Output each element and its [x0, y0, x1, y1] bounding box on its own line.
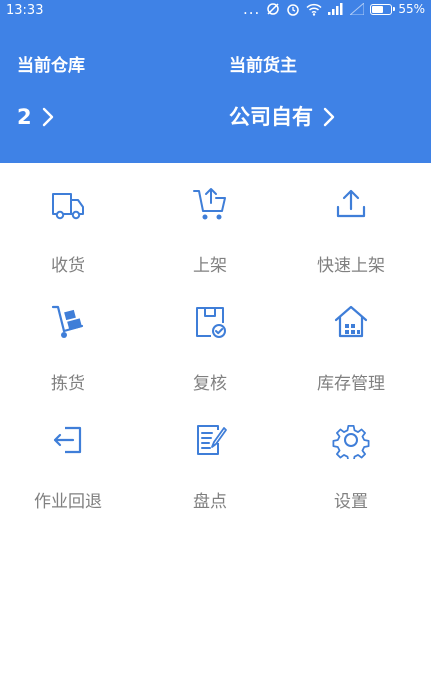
status-time: 13:33 — [6, 3, 44, 18]
menu-item-receive[interactable]: 收货 — [0, 185, 138, 295]
menu-item-review[interactable]: 复核 — [140, 303, 280, 413]
cart-upload-icon — [193, 188, 226, 220]
menu-item-shelve[interactable]: 上架 — [140, 185, 280, 295]
signal-empty-icon — [350, 3, 365, 15]
logout-arrow-icon — [53, 426, 82, 454]
box-check-icon — [196, 307, 226, 338]
alarm-icon — [287, 4, 300, 16]
checklist-icon — [197, 425, 227, 455]
sync-off-icon — [267, 3, 280, 15]
hand-truck-icon — [51, 305, 84, 338]
menu-label: 盘点 — [193, 492, 227, 512]
app-header: 13:33 ... 55% 当前仓库 2 当前货主 公司自有 — [0, 0, 431, 163]
warehouse-selector[interactable]: 2 — [17, 103, 54, 131]
warehouse-label: 当前仓库 — [17, 56, 85, 76]
menu-label: 设置 — [334, 492, 368, 512]
upload-icon — [336, 189, 366, 218]
menu-label: 拣货 — [51, 374, 85, 394]
owner-selector[interactable]: 公司自有 — [229, 103, 335, 131]
gear-icon — [332, 425, 370, 459]
menu-item-rollback[interactable]: 作业回退 — [0, 421, 138, 531]
battery-icon — [370, 3, 396, 15]
menu-label: 库存管理 — [317, 374, 385, 394]
warehouse-icon — [334, 305, 368, 338]
menu-item-stocktake[interactable]: 盘点 — [140, 421, 280, 531]
battery-percent: 55% — [398, 2, 425, 16]
owner-value: 公司自有 — [229, 105, 313, 129]
menu-label: 收货 — [51, 256, 85, 276]
status-bar: 13:33 ... 55% — [0, 0, 431, 22]
menu-label: 作业回退 — [34, 492, 102, 512]
wifi-icon — [306, 3, 322, 16]
menu-item-picking[interactable]: 拣货 — [0, 303, 138, 413]
warehouse-value: 2 — [17, 105, 32, 129]
menu-item-quick-shelve[interactable]: 快速上架 — [281, 185, 421, 295]
chevron-right-icon — [42, 107, 53, 127]
menu-item-inventory[interactable]: 库存管理 — [281, 303, 421, 413]
signal-icon — [328, 3, 343, 15]
menu-item-settings[interactable]: 设置 — [281, 421, 421, 531]
menu-label: 快速上架 — [317, 256, 385, 276]
chevron-right-icon — [323, 107, 335, 127]
menu-label: 复核 — [193, 374, 227, 394]
owner-label: 当前货主 — [229, 56, 297, 76]
truck-icon — [52, 193, 84, 220]
notification-dots: ... — [243, 0, 261, 18]
menu-label: 上架 — [193, 256, 227, 276]
status-icons: ... 55% — [243, 0, 425, 18]
